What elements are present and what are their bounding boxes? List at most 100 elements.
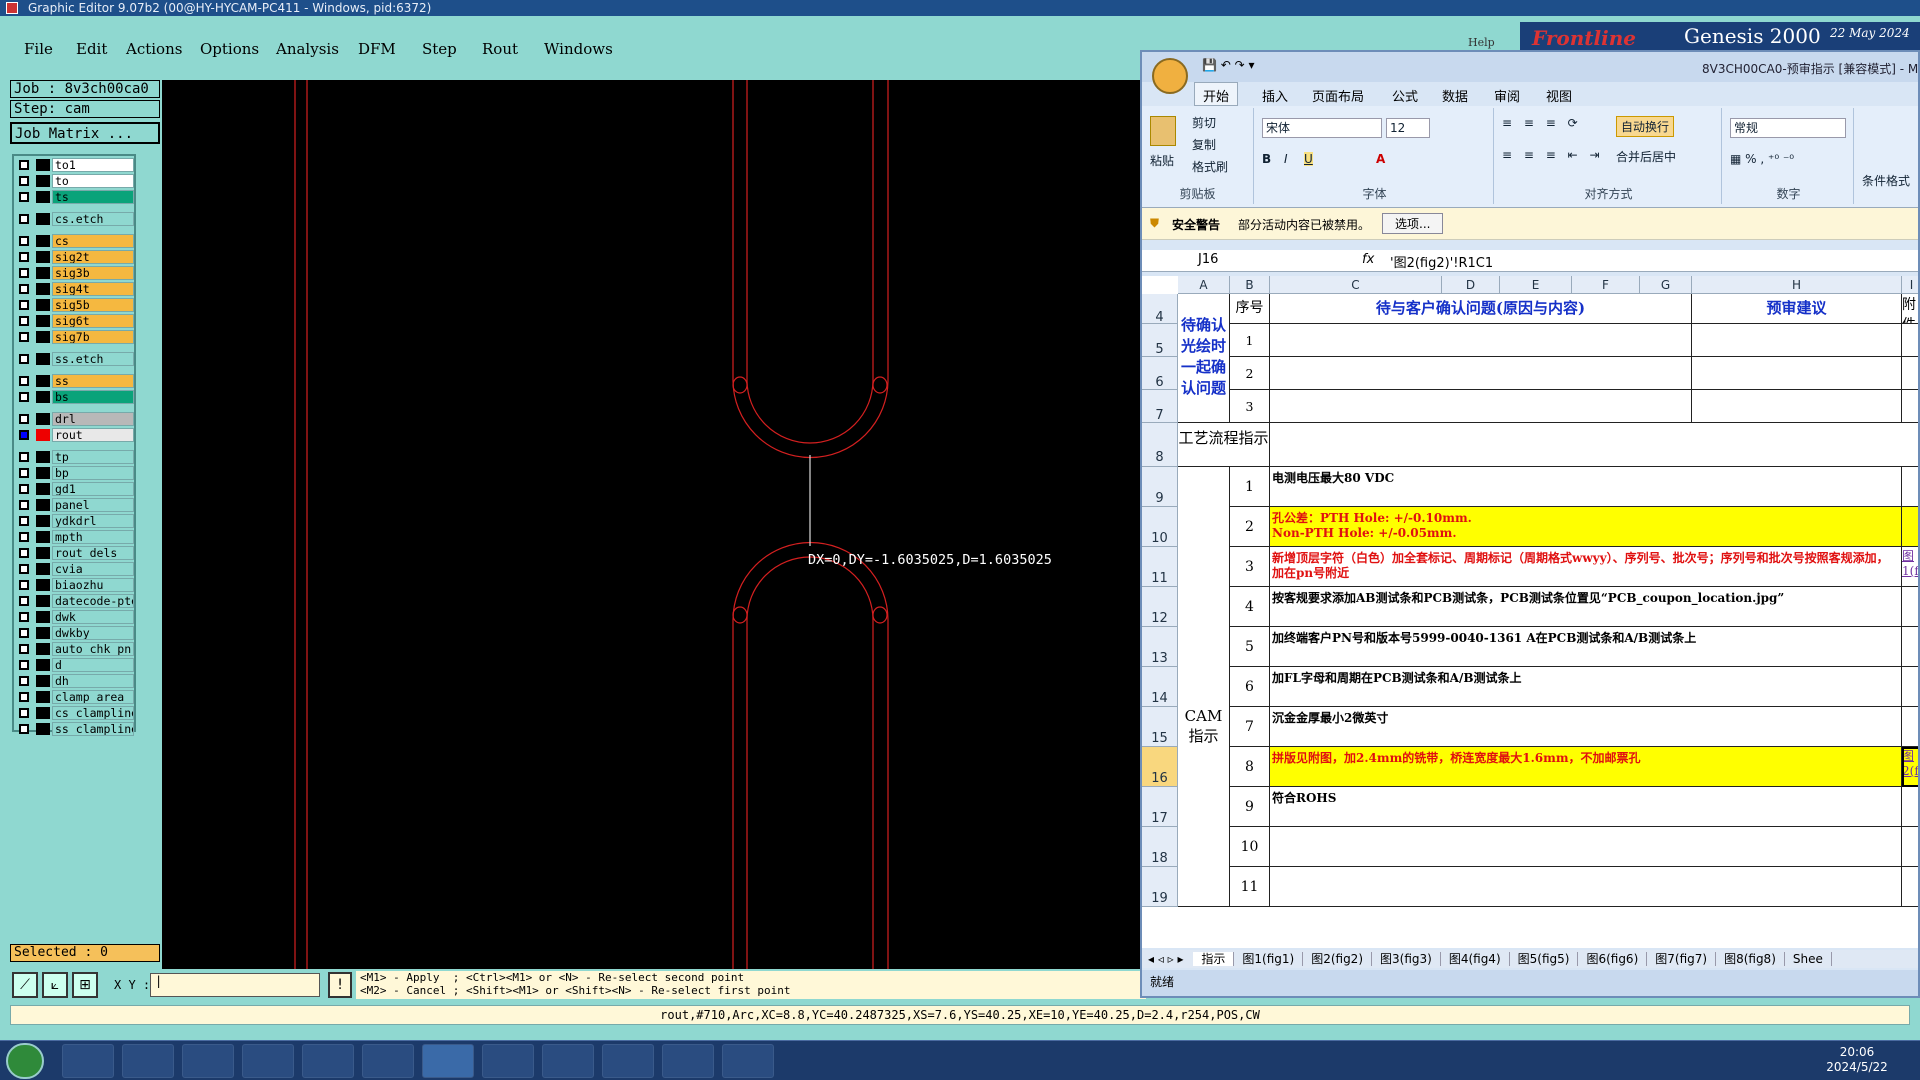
cam-attach-cell[interactable]: 图1(fi	[1902, 547, 1918, 587]
layer-row[interactable]: ts	[16, 190, 136, 204]
advice-cell[interactable]	[1692, 357, 1902, 390]
sheet-nav-buttons[interactable]: ◂ ◃ ▹ ▸	[1142, 952, 1193, 966]
cam-label[interactable]: CAM指示	[1178, 467, 1230, 907]
layer-checkbox[interactable]	[19, 300, 29, 310]
sheet-tab[interactable]: 图3(fig3)	[1372, 952, 1441, 966]
attach-cell[interactable]	[1902, 390, 1918, 423]
layer-name[interactable]: auto_chk_pn	[52, 642, 134, 656]
cam-instruction-cell[interactable]: 新增顶层字符（白色）加全套标记、周期标记（周期格式wwyy）、序列号、批次号；序…	[1270, 547, 1902, 587]
menu-rout[interactable]: Rout	[482, 40, 518, 58]
sheet-tab[interactable]: 图1(fig1)	[1234, 952, 1304, 966]
layer-name[interactable]: ss.etch	[52, 352, 134, 366]
layer-name[interactable]: to1	[52, 158, 134, 172]
issue-cell[interactable]	[1270, 357, 1692, 390]
cam-attach-cell[interactable]	[1902, 467, 1918, 507]
layer-name[interactable]: panel	[52, 498, 134, 512]
layer-name[interactable]: dwkby	[52, 626, 134, 640]
layer-row[interactable]: bp	[16, 466, 136, 480]
issue-cell[interactable]	[1270, 390, 1692, 423]
tab-data[interactable]: 数据	[1442, 86, 1468, 105]
layer-row[interactable]: datecode-pte	[16, 594, 136, 608]
sheet-tab[interactable]: 图5(fig5)	[1509, 952, 1579, 966]
system-clock[interactable]: 20:06 2024/5/22	[1802, 1045, 1912, 1077]
menu-dfm[interactable]: DFM	[358, 40, 396, 58]
sheet-tab[interactable]: 图6(fig6)	[1578, 952, 1648, 966]
row-header[interactable]: 11	[1142, 547, 1178, 587]
advice-cell[interactable]	[1692, 390, 1902, 423]
row-header[interactable]: 8	[1142, 423, 1178, 467]
layer-checkbox[interactable]	[19, 316, 29, 326]
cam-seq-cell[interactable]: 5	[1230, 627, 1270, 667]
italic-button[interactable]: I	[1284, 152, 1288, 166]
layer-name[interactable]: datecode-pte	[52, 594, 134, 608]
layer-row[interactable]: to	[16, 174, 136, 188]
cut-button[interactable]: 剪切	[1192, 114, 1216, 131]
row-header[interactable]: 6	[1142, 357, 1178, 390]
sheet-tab[interactable]: 指示	[1193, 952, 1235, 966]
cam-seq-cell[interactable]: 11	[1230, 867, 1270, 907]
job-matrix-button[interactable]: Job Matrix ...	[10, 122, 160, 144]
layer-row[interactable]: cs.etch	[16, 212, 136, 226]
row-header[interactable]: 19	[1142, 867, 1178, 907]
cam-instruction-cell[interactable]: 拼版见附图，加2.4mm的铣带，桥连宽度最大1.6mm，不加邮票孔	[1270, 747, 1902, 787]
layer-checkbox[interactable]	[19, 376, 29, 386]
layer-checkbox[interactable]	[19, 548, 29, 558]
layer-row[interactable]: sig2t	[16, 250, 136, 264]
spreadsheet-grid[interactable]: A B C D E F G H I 4 5 6 7 8 9 10 11 12 13 14 15 16 17 18 19 待确认光绘…	[1142, 276, 1918, 948]
seq-header[interactable]: 序号	[1230, 294, 1270, 324]
seq-cell[interactable]: 1	[1230, 324, 1270, 357]
justify-buttons[interactable]: ≡ ≡ ≡ ⇤ ⇥	[1502, 148, 1604, 162]
font-color-button[interactable]: A	[1376, 152, 1385, 166]
tab-insert[interactable]: 插入	[1262, 86, 1288, 105]
sheet-tab[interactable]: 图7(fig7)	[1647, 952, 1717, 966]
row-header[interactable]: 9	[1142, 467, 1178, 507]
taskbar-app-publisher[interactable]	[302, 1044, 354, 1078]
tab-review[interactable]: 审阅	[1494, 86, 1520, 105]
layer-name[interactable]: sig6t	[52, 314, 134, 328]
layer-row[interactable]: sig4t	[16, 282, 136, 296]
layer-name[interactable]: ydkdrl	[52, 514, 134, 528]
taskbar-app-notepad[interactable]	[122, 1044, 174, 1078]
cam-seq-cell[interactable]: 9	[1230, 787, 1270, 827]
layer-checkbox[interactable]	[19, 484, 29, 494]
row-header[interactable]: 10	[1142, 507, 1178, 547]
layer-name[interactable]: ts	[52, 190, 134, 204]
layer-name[interactable]: dh	[52, 674, 134, 688]
paste-icon[interactable]	[1150, 116, 1176, 146]
issue-cell[interactable]	[1270, 324, 1692, 357]
layer-checkbox[interactable]	[19, 724, 29, 734]
taskbar-app-editor[interactable]	[602, 1044, 654, 1078]
layer-name[interactable]: biaozhu	[52, 578, 134, 592]
taskbar-app-disk[interactable]	[242, 1044, 294, 1078]
layer-name[interactable]: cvia	[52, 562, 134, 576]
layer-row[interactable]: sig7b	[16, 330, 136, 344]
tab-home[interactable]: 开始	[1194, 82, 1239, 106]
row-header[interactable]: 14	[1142, 667, 1178, 707]
confirm-section-label[interactable]: 待确认光绘时一起确认问题	[1178, 294, 1230, 423]
copy-button[interactable]: 复制	[1192, 136, 1216, 153]
layer-checkbox[interactable]	[19, 532, 29, 542]
xy-input[interactable]: |	[150, 973, 320, 997]
cam-instruction-cell[interactable]: 加终端客户PN号和版本号5999-0040-1361 A在PCB测试条和A/B测…	[1270, 627, 1902, 667]
cam-instruction-cell[interactable]: 符合ROHS	[1270, 787, 1902, 827]
layer-name[interactable]: gd1	[52, 482, 134, 496]
layer-name[interactable]: mpth	[52, 530, 134, 544]
layer-row[interactable]: sig5b	[16, 298, 136, 312]
layer-row[interactable]: rout	[16, 428, 136, 442]
layer-row[interactable]: to1	[16, 158, 136, 172]
layer-row[interactable]: drl	[16, 412, 136, 426]
cam-attach-cell[interactable]	[1902, 707, 1918, 747]
start-button[interactable]	[6, 1043, 44, 1079]
layer-checkbox[interactable]	[19, 708, 29, 718]
menu-windows[interactable]: Windows	[544, 40, 613, 58]
layer-row[interactable]: sig3b	[16, 266, 136, 280]
menu-options[interactable]: Options	[200, 40, 259, 58]
cam-seq-cell[interactable]: 6	[1230, 667, 1270, 707]
layer-row[interactable]: ydkdrl	[16, 514, 136, 528]
row-header[interactable]: 18	[1142, 827, 1178, 867]
row-header[interactable]: 7	[1142, 390, 1178, 423]
layer-row[interactable]: biaozhu	[16, 578, 136, 592]
layer-name[interactable]: ss	[52, 374, 134, 388]
layer-checkbox[interactable]	[19, 284, 29, 294]
layer-name[interactable]: bs	[52, 390, 134, 404]
